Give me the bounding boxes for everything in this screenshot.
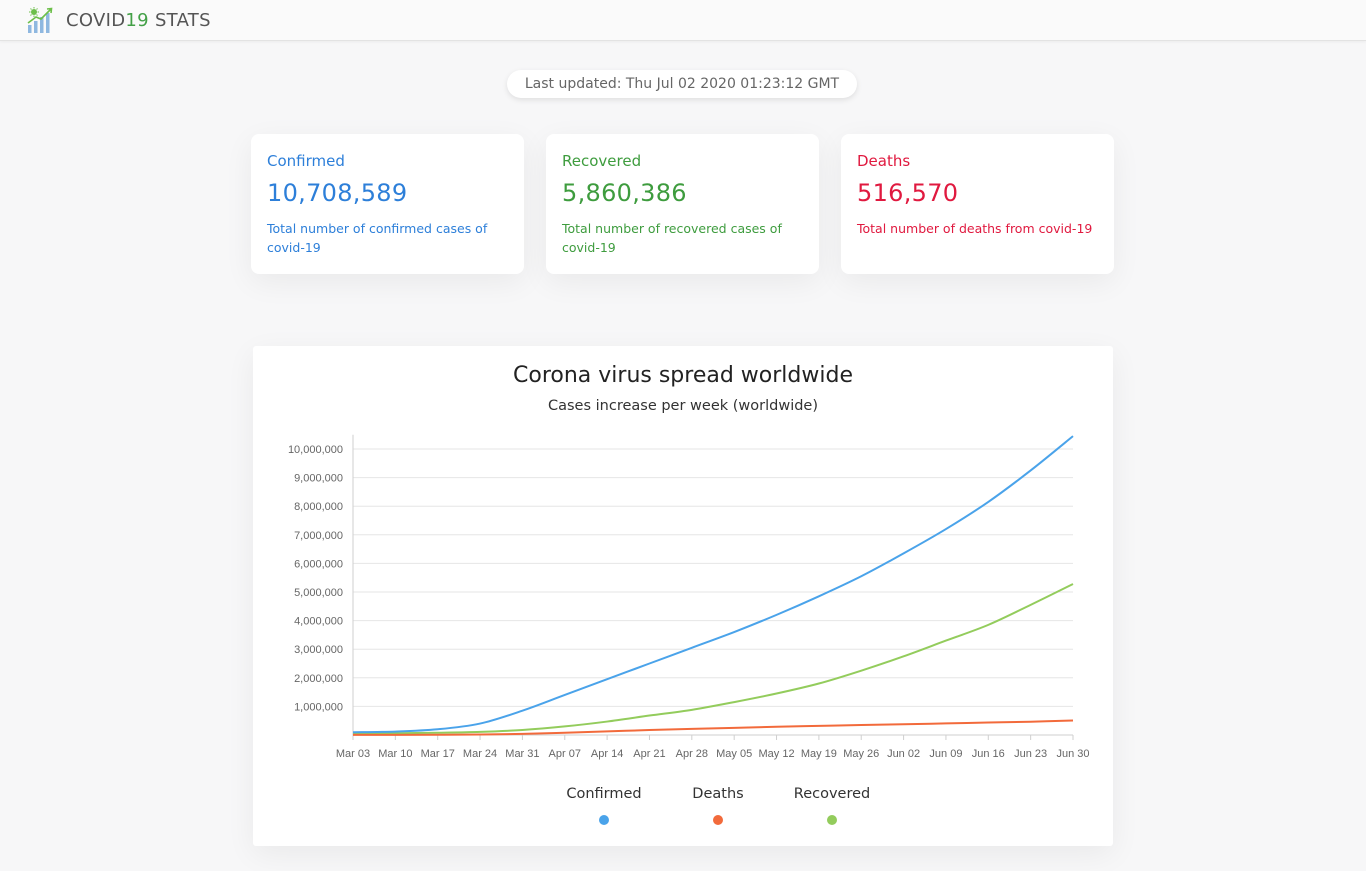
covid-chart-logo-icon [27, 7, 53, 33]
brand-title: COVID19 STATS [66, 9, 211, 31]
x-tick-label: May 26 [843, 748, 879, 760]
legend-dot-deaths [713, 815, 723, 825]
y-tick-label: 2,000,000 [294, 673, 343, 685]
legend-recovered[interactable]: Recovered [772, 786, 892, 825]
y-tick-label: 7,000,000 [294, 530, 343, 542]
legend-confirmed[interactable]: Confirmed [544, 786, 664, 825]
confirmed-description: Total number of confirmed cases of covid… [267, 221, 488, 255]
y-tick-label: 1,000,000 [294, 701, 343, 713]
y-tick-label: 5,000,000 [294, 587, 343, 599]
deaths-card: Deaths 516,570 Total number of deaths fr… [841, 134, 1114, 274]
legend-label-deaths: Deaths [692, 786, 744, 802]
x-tick-label: Apr 28 [676, 748, 708, 760]
line-chart: 1,000,000 2,000,000 3,000,000 4,000,000 5,00… [288, 434, 1090, 760]
x-tick-label: Apr 14 [591, 748, 623, 760]
y-tick-label: 8,000,000 [294, 501, 343, 513]
legend-dot-confirmed [599, 815, 609, 825]
recovered-title: Recovered [562, 152, 642, 170]
last-updated-badge: Last updated: Thu Jul 02 2020 01:23:12 G… [507, 70, 857, 98]
x-tick-label: May 05 [716, 748, 752, 760]
x-tick-label: Mar 17 [421, 748, 455, 760]
confirmed-title: Confirmed [267, 152, 345, 170]
y-tick-label: 6,000,000 [294, 558, 343, 570]
confirmed-card: Confirmed 10,708,589 Total number of con… [251, 134, 524, 274]
recovered-value: 5,860,386 [562, 179, 687, 207]
x-tick-label: Apr 07 [549, 748, 581, 760]
legend-label-recovered: Recovered [793, 786, 871, 802]
top-navbar: COVID19 STATS [0, 0, 1366, 41]
x-tick-label: Apr 21 [633, 748, 665, 760]
x-tick-label: Jun 30 [1056, 748, 1089, 760]
brand[interactable]: COVID19 STATS [26, 6, 211, 34]
x-tick-label: May 12 [758, 748, 794, 760]
chart-card: Corona virus spread worldwide Cases incr… [253, 346, 1113, 846]
x-tick-label: Mar 24 [463, 748, 497, 760]
legend-label-confirmed: Confirmed [566, 786, 642, 802]
deaths-description: Total number of deaths from covid-19 [857, 221, 1093, 236]
y-tick-label: 3,000,000 [294, 644, 343, 656]
y-tick-label: 9,000,000 [294, 473, 343, 485]
recovered-card: Recovered 5,860,386 Total number of reco… [546, 134, 819, 274]
legend-deaths[interactable]: Deaths [658, 786, 778, 825]
x-tick-label: Mar 10 [378, 748, 412, 760]
recovered-description: Total number of recovered cases of covid… [562, 221, 782, 255]
x-tick-label: Jun 16 [972, 748, 1005, 760]
deaths-value: 516,570 [857, 179, 959, 207]
x-tick-label: Jun 02 [887, 748, 920, 760]
deaths-title: Deaths [857, 152, 911, 170]
series-line-confirmed [352, 435, 1074, 734]
x-tick-label: May 19 [801, 748, 837, 760]
x-tick-label: Mar 03 [336, 748, 370, 760]
confirmed-value: 10,708,589 [267, 179, 408, 207]
x-tick-label: Mar 31 [505, 748, 539, 760]
x-tick-label: Jun 23 [1014, 748, 1047, 760]
legend-dot-recovered [827, 815, 837, 825]
y-tick-label: 4,000,000 [294, 616, 343, 628]
y-tick-label: 10,000,000 [288, 444, 343, 456]
series-line-recovered [352, 583, 1074, 735]
x-tick-label: Jun 09 [929, 748, 962, 760]
